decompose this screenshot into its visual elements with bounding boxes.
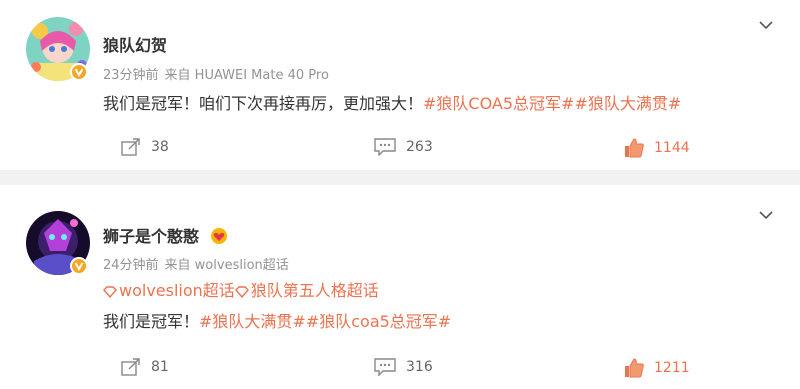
diamond-icon bbox=[234, 286, 249, 298]
post-time[interactable]: 23分钟前 bbox=[103, 68, 159, 83]
post-meta: 24分钟前 来自 wolveslion超话 bbox=[103, 254, 295, 273]
super-topic-label: wolveslion超话 bbox=[119, 281, 235, 300]
comment-icon bbox=[374, 358, 396, 376]
repost-icon bbox=[121, 138, 140, 156]
like-count: 1211 bbox=[654, 360, 690, 376]
post-time[interactable]: 24分钟前 bbox=[103, 258, 159, 273]
comment-button[interactable]: 316 bbox=[374, 358, 433, 376]
post-card: 狼队幻贺 23分钟前 来自 HUAWEI Mate 40 Pro 我们是冠军！咱们… bbox=[0, 0, 800, 170]
repost-button[interactable]: 81 bbox=[121, 358, 169, 376]
repost-count: 81 bbox=[151, 359, 169, 375]
super-topic-label: 狼队第五人格超话 bbox=[250, 281, 379, 300]
comment-button[interactable]: 263 bbox=[374, 138, 433, 156]
comment-count: 263 bbox=[406, 139, 433, 155]
like-count: 1144 bbox=[654, 140, 690, 156]
like-button[interactable]: 1211 bbox=[624, 358, 690, 378]
author-name-label: 狮子是个憨憨 bbox=[103, 227, 200, 246]
comment-count: 316 bbox=[406, 359, 433, 375]
super-topic-links: wolveslion超话 狼队第五人格超话 bbox=[103, 277, 379, 301]
post-meta: 23分钟前 来自 HUAWEI Mate 40 Pro bbox=[103, 64, 335, 83]
author-name[interactable]: 狼队幻贺 bbox=[103, 32, 167, 56]
hashtags[interactable]: #狼队COA5总冠军##狼队大满贯# bbox=[423, 94, 681, 113]
post-body: 我们是冠军！咱们下次再接再厉，更加强大！ bbox=[103, 94, 424, 113]
chevron-down-icon[interactable] bbox=[758, 17, 774, 33]
super-topic-link[interactable]: wolveslion超话 bbox=[103, 281, 235, 300]
diamond-icon bbox=[103, 286, 117, 298]
like-button[interactable]: 1144 bbox=[624, 138, 690, 158]
author-name[interactable]: 狮子是个憨憨 bbox=[103, 223, 229, 247]
post-text: 我们是冠军！#狼队大满贯##狼队coa5总冠军# bbox=[103, 308, 451, 332]
post-source: 来自 HUAWEI Mate 40 Pro bbox=[164, 68, 329, 83]
post-text: 我们是冠军！咱们下次再接再厉，更加强大！#狼队COA5总冠军##狼队大满贯# bbox=[103, 90, 681, 114]
repost-icon bbox=[121, 358, 140, 376]
post-body: 我们是冠军！ bbox=[103, 312, 200, 331]
chevron-down-icon[interactable] bbox=[758, 207, 774, 223]
comment-icon bbox=[374, 138, 396, 156]
super-topic-link[interactable]: 狼队第五人格超话 bbox=[234, 281, 379, 300]
verified-badge-icon bbox=[70, 257, 88, 275]
repost-button[interactable]: 38 bbox=[121, 138, 169, 156]
fan-badge-icon bbox=[210, 228, 227, 244]
post-source: 来自 wolveslion超话 bbox=[164, 258, 289, 273]
hashtags[interactable]: #狼队大满贯##狼队coa5总冠军# bbox=[199, 312, 451, 331]
repost-count: 38 bbox=[151, 139, 169, 155]
thumbs-up-icon bbox=[625, 138, 644, 158]
thumbs-up-icon bbox=[625, 358, 644, 378]
verified-badge-icon bbox=[70, 63, 88, 81]
